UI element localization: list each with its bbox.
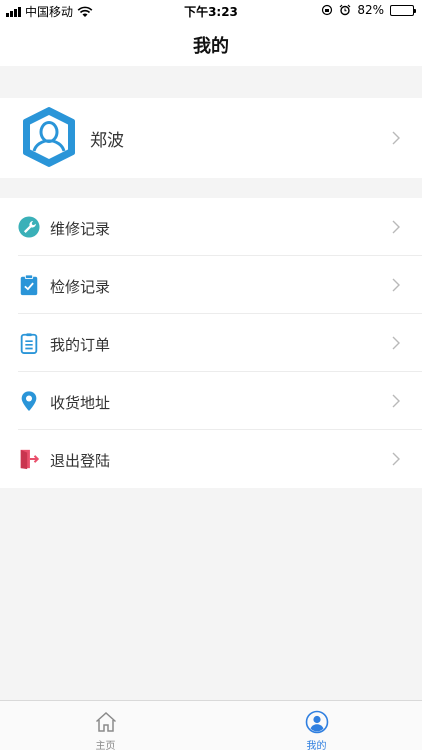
menu-item-logout[interactable]: 退出登陆 xyxy=(0,430,422,488)
menu-label: 检修记录 xyxy=(50,278,111,296)
menu-label: 我的订单 xyxy=(50,336,111,354)
status-right: 82% xyxy=(321,3,416,17)
tab-home[interactable]: 主页 xyxy=(0,701,211,750)
tab-mine-label: 我的 xyxy=(306,741,327,750)
wrench-icon xyxy=(18,216,40,238)
chevron-right-icon xyxy=(392,220,400,234)
profile-row[interactable]: 郑波 xyxy=(0,98,422,178)
page-title: 我的 xyxy=(193,36,229,57)
rotation-lock-icon xyxy=(322,4,333,16)
order-list-icon xyxy=(20,333,38,354)
chevron-right-icon xyxy=(392,452,400,466)
tab-home-label: 主页 xyxy=(95,741,116,750)
chevron-right-icon xyxy=(392,131,400,145)
avatar-icon xyxy=(23,107,75,167)
logout-door-icon xyxy=(20,449,40,470)
status-bar: 中国移动 下午3:23 82% xyxy=(0,0,422,22)
nav-bar: 我的 xyxy=(0,22,422,66)
menu-item-inspection-records[interactable]: 检修记录 xyxy=(0,256,422,314)
menu-label: 收货地址 xyxy=(50,394,111,412)
home-icon xyxy=(95,711,117,732)
alarm-icon xyxy=(339,4,351,16)
chevron-right-icon xyxy=(392,336,400,350)
location-pin-icon xyxy=(21,391,37,412)
menu-item-shipping-address[interactable]: 收货地址 xyxy=(0,372,422,430)
tab-mine[interactable]: 我的 xyxy=(211,701,422,750)
menu-item-my-orders[interactable]: 我的订单 xyxy=(0,314,422,372)
tab-bar: 主页 我的 xyxy=(0,700,422,750)
battery-percent: 82% xyxy=(357,3,384,17)
clipboard-check-icon xyxy=(20,274,38,296)
profile-name: 郑波 xyxy=(90,131,124,151)
chevron-right-icon xyxy=(392,278,400,292)
chevron-right-icon xyxy=(392,394,400,408)
menu-label: 退出登陆 xyxy=(50,452,111,470)
menu-list: 维修记录 检修记录 我的订单 收货地址 退出登陆 xyxy=(0,198,422,488)
user-profile-icon xyxy=(305,710,329,734)
menu-item-repair-records[interactable]: 维修记录 xyxy=(0,198,422,256)
menu-label: 维修记录 xyxy=(50,220,111,238)
battery-icon xyxy=(390,4,416,16)
